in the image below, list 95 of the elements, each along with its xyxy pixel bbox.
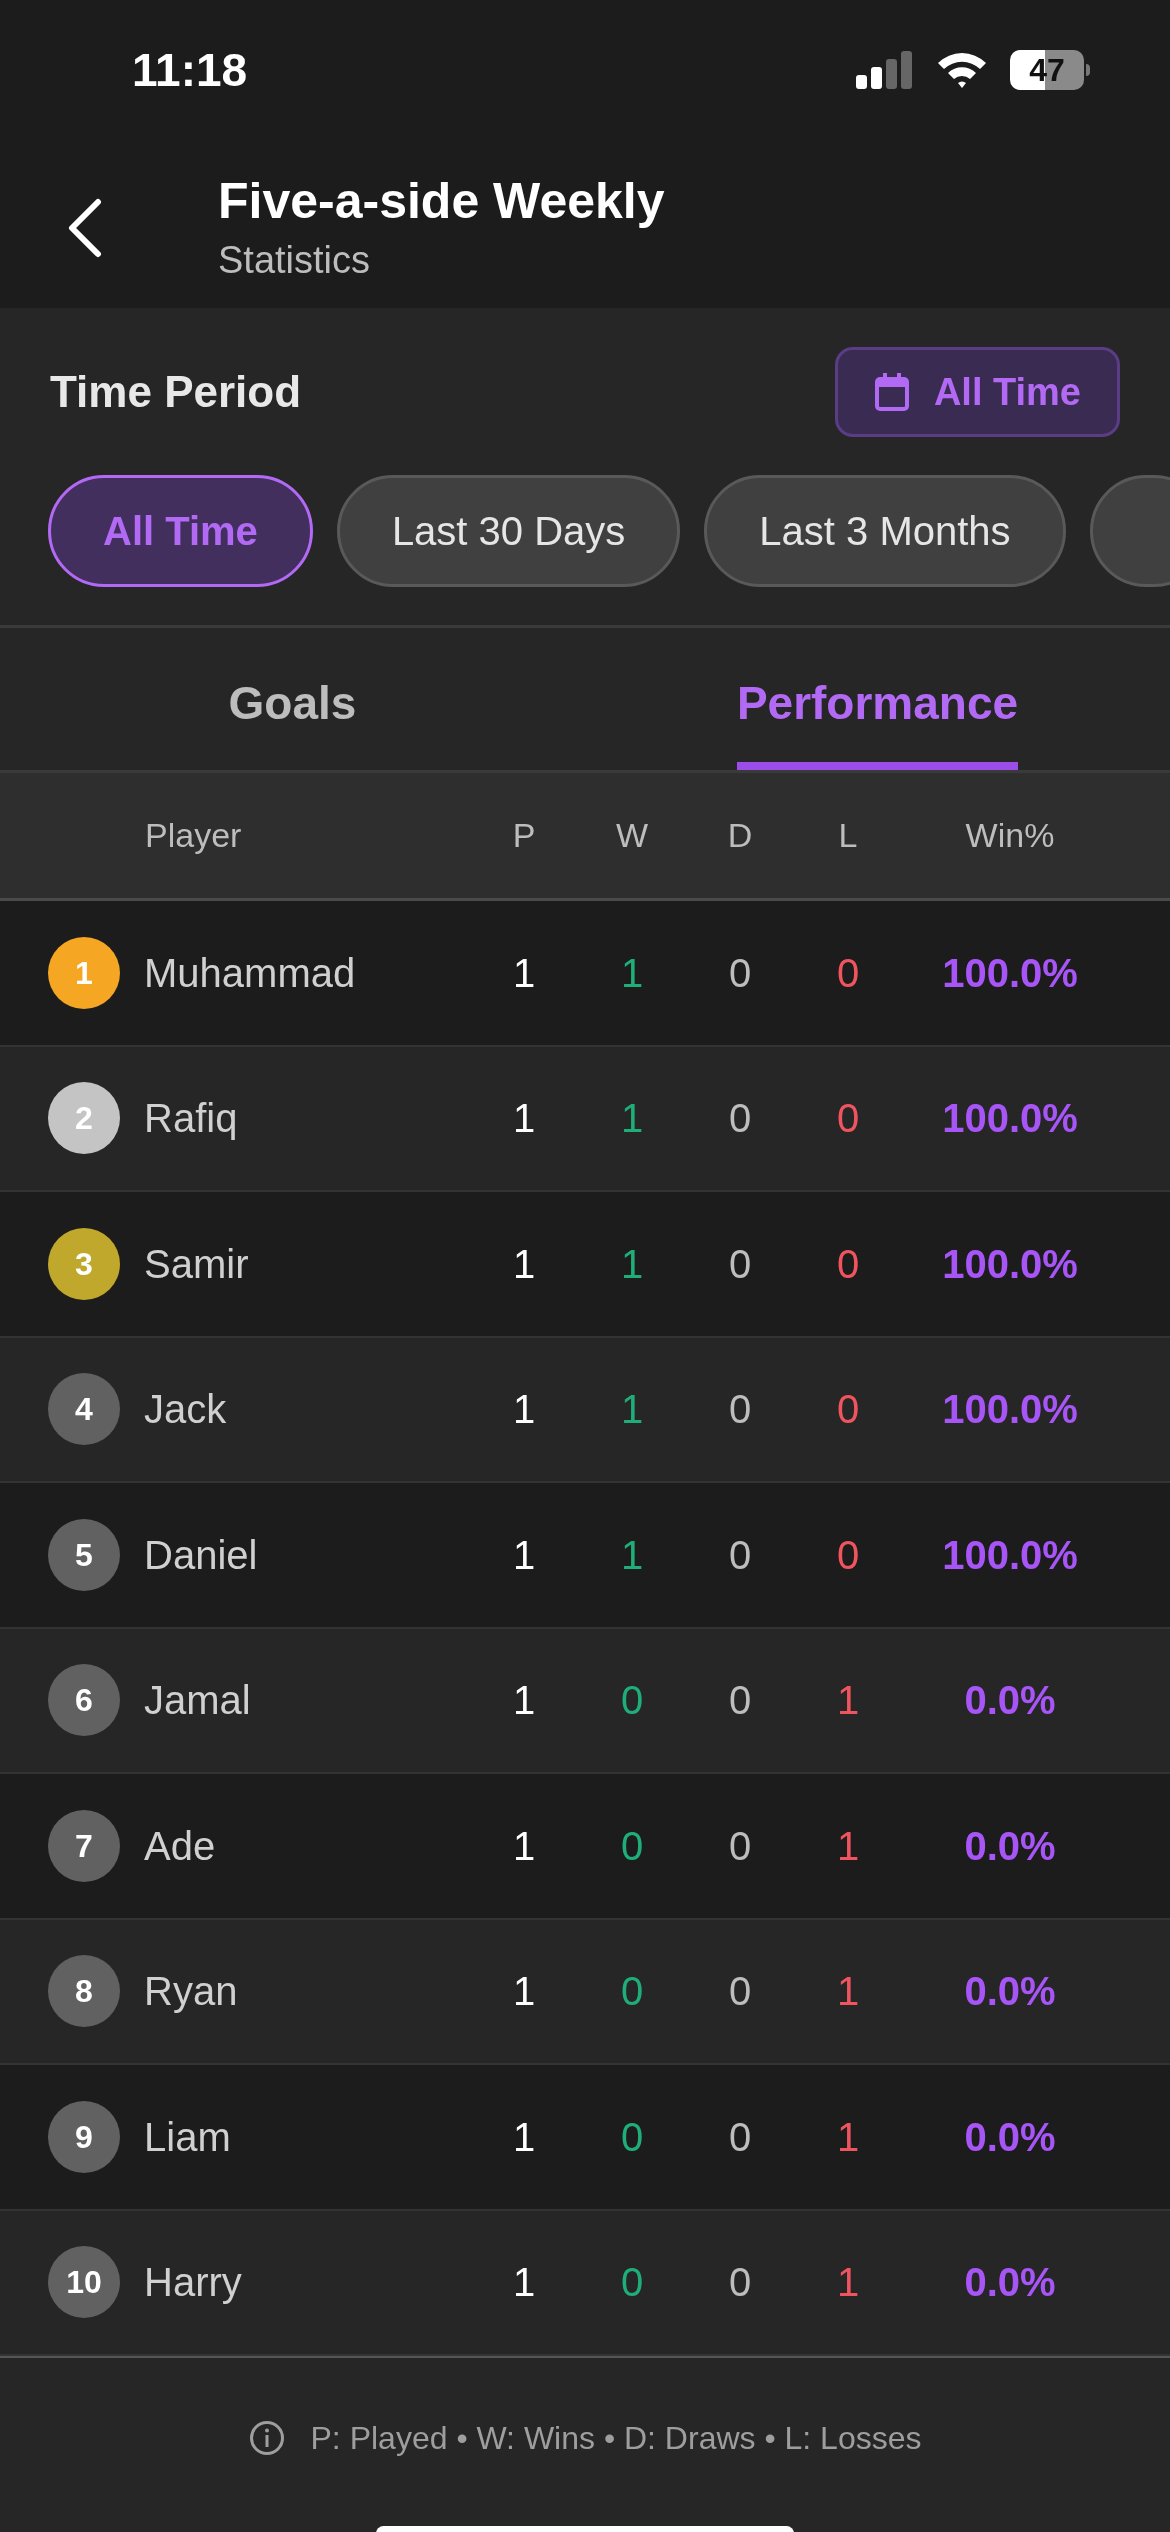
status-time: 11:18 — [132, 42, 248, 98]
draws-value: 0 — [728, 1531, 752, 1579]
player-name: Liam — [144, 2113, 231, 2161]
losses-value: 1 — [836, 2113, 860, 2161]
wins-value: 0 — [620, 1822, 644, 1870]
page-title: Five-a-side Weekly — [218, 172, 665, 231]
losses-value: 1 — [836, 1968, 860, 2016]
signal-icon — [856, 51, 914, 89]
player-name: Samir — [144, 1240, 249, 1288]
win-percent: 0.0% — [964, 2259, 1056, 2307]
rank-badge: 4 — [48, 1373, 120, 1446]
player-name: Rafiq — [144, 1095, 238, 1143]
player-row[interactable]: 4 Jack 1 1 0 0 100.0% — [0, 1337, 1170, 1483]
wins-value: 0 — [620, 1968, 644, 2016]
player-name: Harry — [144, 2259, 242, 2307]
player-row[interactable]: 8 Ryan 1 0 0 1 0.0% — [0, 1919, 1170, 2065]
column-header: L — [838, 815, 858, 856]
played-value: 1 — [512, 1386, 536, 1434]
wins-value: 1 — [620, 1531, 644, 1579]
wins-value: 0 — [620, 1677, 644, 1725]
win-percent: 0.0% — [964, 2113, 1056, 2161]
wins-value: 1 — [620, 1095, 644, 1143]
player-name: Ryan — [144, 1968, 238, 2016]
player-name: Daniel — [144, 1531, 258, 1579]
page-subtitle: Statistics — [218, 238, 372, 283]
losses-value: 0 — [836, 1240, 860, 1288]
tab[interactable]: Goals — [228, 669, 357, 770]
played-value: 1 — [512, 1677, 536, 1725]
rank-badge: 6 — [48, 1664, 120, 1737]
column-header: D — [727, 815, 753, 856]
played-value: 1 — [512, 1240, 536, 1288]
wins-value: 0 — [620, 2113, 644, 2161]
win-percent: 100.0% — [942, 949, 1078, 997]
draws-value: 0 — [728, 1677, 752, 1725]
played-value: 1 — [512, 2259, 536, 2307]
rank-badge: 3 — [48, 1227, 120, 1300]
played-value: 1 — [512, 1968, 536, 2016]
calendar-icon — [873, 372, 910, 412]
wifi-icon — [936, 51, 988, 89]
win-percent: 0.0% — [964, 1822, 1056, 1870]
draws-value: 0 — [728, 1095, 752, 1143]
section-label: Time Period — [50, 366, 302, 418]
draws-value: 0 — [728, 1240, 752, 1288]
rank-badge: 7 — [48, 1809, 120, 1882]
wins-value: 0 — [620, 2259, 644, 2307]
draws-value: 0 — [728, 2259, 752, 2307]
filter-chip[interactable]: Last 30 Days — [336, 475, 681, 587]
filter-chip[interactable]: Last 3 Months — [704, 475, 1066, 587]
player-row[interactable]: 10 Harry 1 0 0 1 0.0% — [0, 2210, 1170, 2356]
column-header: Player — [145, 816, 242, 854]
rank-badge: 8 — [48, 1955, 120, 2028]
draws-value: 0 — [728, 1968, 752, 2016]
played-value: 1 — [512, 949, 536, 997]
wins-value: 1 — [620, 1386, 644, 1434]
draws-value: 0 — [728, 2113, 752, 2161]
column-header: W — [615, 815, 649, 856]
player-name: Jamal — [144, 1677, 251, 1725]
played-value: 1 — [512, 2113, 536, 2161]
win-percent: 100.0% — [942, 1240, 1078, 1288]
wins-value: 1 — [620, 949, 644, 997]
played-value: 1 — [512, 1095, 536, 1143]
rank-badge: 2 — [48, 1082, 120, 1155]
win-percent: 100.0% — [942, 1386, 1078, 1434]
player-row[interactable]: 2 Rafiq 1 1 0 0 100.0% — [0, 1046, 1170, 1192]
played-value: 1 — [512, 1822, 536, 1870]
back-icon[interactable] — [66, 198, 102, 258]
info-icon — [248, 2420, 285, 2456]
losses-value: 1 — [836, 2259, 860, 2307]
losses-value: 0 — [836, 1531, 860, 1579]
losses-value: 0 — [836, 1386, 860, 1434]
column-header: P — [512, 815, 536, 856]
win-percent: 100.0% — [942, 1531, 1078, 1579]
draws-value: 0 — [728, 949, 752, 997]
losses-value: 0 — [836, 949, 860, 997]
player-name: Ade — [144, 1822, 216, 1870]
rank-badge: 9 — [48, 2100, 120, 2173]
player-name: Muhammad — [144, 949, 356, 997]
win-percent: 0.0% — [964, 1968, 1056, 2016]
player-name: Jack — [144, 1386, 227, 1434]
rank-badge: 5 — [48, 1518, 120, 1591]
losses-value: 1 — [836, 1822, 860, 1870]
column-header: Win% — [965, 815, 1055, 856]
wins-value: 1 — [620, 1240, 644, 1288]
draws-value: 0 — [728, 1822, 752, 1870]
period-button[interactable]: All Time — [834, 347, 1120, 437]
legend-text: P: Played • W: Wins • D: Draws • L: Losses — [310, 2419, 922, 2458]
player-row[interactable]: 6 Jamal 1 0 0 1 0.0% — [0, 1628, 1170, 1774]
rank-badge: 1 — [48, 936, 120, 1009]
win-percent: 100.0% — [942, 1095, 1078, 1143]
rank-badge: 10 — [48, 2246, 120, 2319]
losses-value: 1 — [836, 1677, 860, 1725]
win-percent: 0.0% — [964, 1677, 1056, 1725]
played-value: 1 — [512, 1531, 536, 1579]
draws-value: 0 — [728, 1386, 752, 1434]
losses-value: 0 — [836, 1095, 860, 1143]
